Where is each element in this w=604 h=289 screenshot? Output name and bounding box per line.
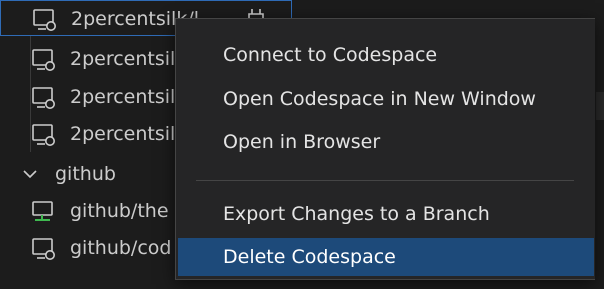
remote-desktop-icon [33, 9, 56, 31]
menu-item-delete-codespace[interactable]: Delete Codespace [178, 238, 594, 276]
codespace-item-label: 2percentsilk [70, 123, 187, 145]
menu-item-open-in-browser[interactable]: Open in Browser [178, 123, 594, 161]
group-github[interactable]: github [0, 156, 175, 193]
remote-desktop-icon [32, 238, 55, 260]
remote-desktop-icon [32, 49, 55, 71]
chevron-down-icon[interactable] [22, 166, 38, 182]
codespace-item-label: github/the [70, 200, 169, 222]
context-menu: Connect to Codespace Open Codespace in N… [175, 18, 595, 280]
remote-desktop-active-icon [32, 201, 53, 221]
menu-separator [196, 180, 574, 181]
codespace-item-label: 2percentsilk [70, 86, 187, 108]
remote-desktop-icon [32, 87, 55, 109]
codespace-item-label: 2percentsilk [70, 48, 187, 70]
group-label: github [55, 163, 116, 185]
menu-item-export-changes[interactable]: Export Changes to a Branch [178, 195, 594, 233]
background-editor-fragment [596, 92, 604, 120]
menu-item-open-in-new-window[interactable]: Open Codespace in New Window [178, 80, 594, 118]
remote-desktop-icon [32, 124, 55, 146]
menu-item-connect-to-codespace[interactable]: Connect to Codespace [178, 36, 594, 74]
codespace-item-label: github/cod [70, 237, 172, 259]
